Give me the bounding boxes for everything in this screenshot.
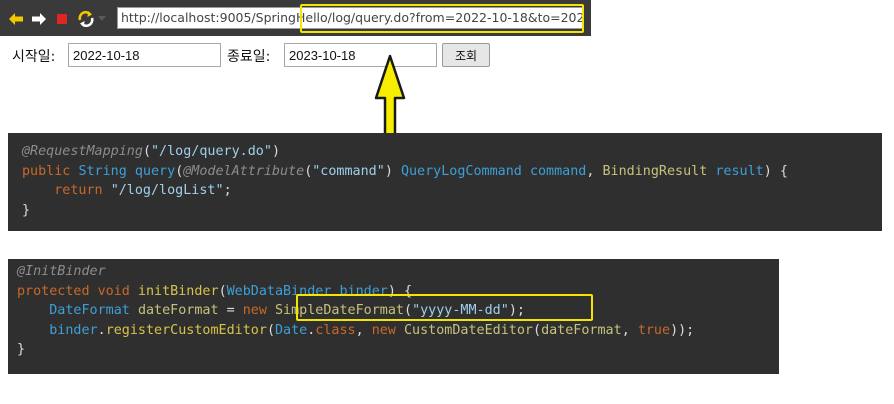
browser-toolbar: http://localhost:9005/SpringHello/log/qu… xyxy=(0,0,591,36)
query-button[interactable]: 조회 xyxy=(442,43,490,67)
code-panel-request-mapping: @RequestMapping("/log/query.do") public … xyxy=(8,133,882,231)
back-arrow-icon[interactable] xyxy=(7,10,25,28)
start-date-input[interactable] xyxy=(68,43,221,67)
end-date-label: 종료일: xyxy=(227,49,271,65)
code-annotation: @InitBinder xyxy=(17,264,106,279)
refresh-icon[interactable] xyxy=(77,10,95,28)
stop-icon[interactable] xyxy=(53,10,71,28)
start-date-label: 시작일: xyxy=(12,49,56,65)
forward-arrow-icon[interactable] xyxy=(30,10,48,28)
code-annotation: @RequestMapping xyxy=(22,144,143,159)
code-panel-init-binder: @InitBinder protected void initBinder(We… xyxy=(8,259,779,374)
address-bar[interactable]: http://localhost:9005/SpringHello/log/qu… xyxy=(117,7,584,29)
end-date-input[interactable] xyxy=(284,43,437,67)
dropdown-icon[interactable] xyxy=(97,10,107,28)
